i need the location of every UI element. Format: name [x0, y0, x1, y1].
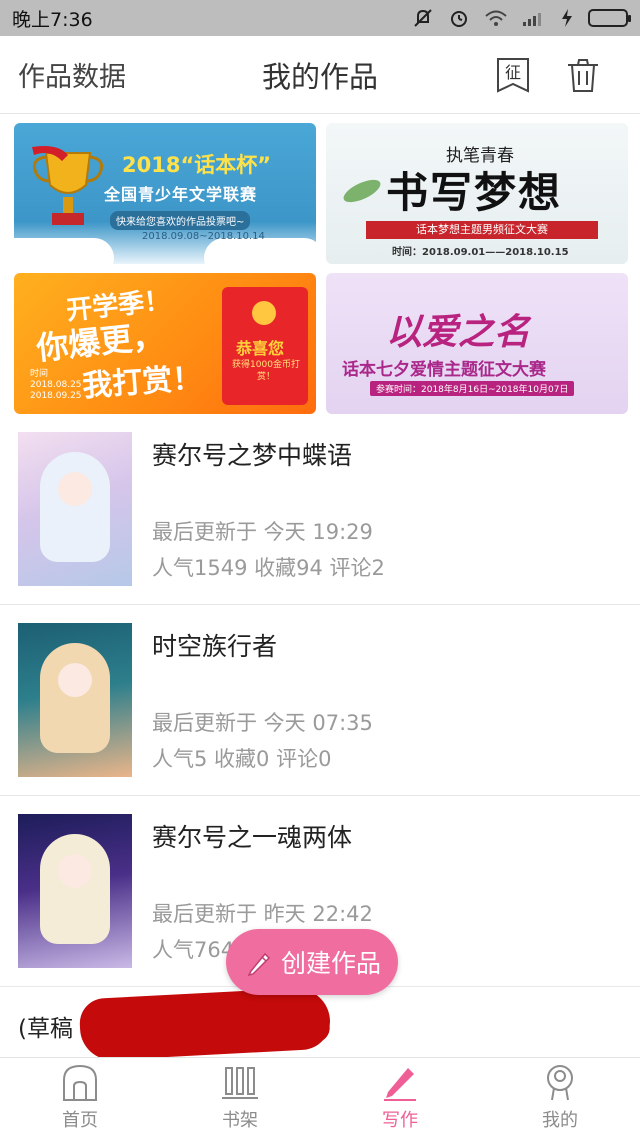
draft-label: (草稿: [18, 1016, 73, 1042]
home-icon: [63, 1064, 97, 1101]
pen-icon: [384, 1068, 416, 1101]
banner-date-start: 2018.08.25: [30, 380, 82, 390]
work-stats: 人气5 收藏0 评论0: [152, 747, 332, 771]
banner-tag: 快来给您喜欢的作品投票吧~: [110, 211, 251, 230]
list-item[interactable]: 时空族行者 最后更新于 今天 07:35 人气5 收藏0 评论0: [0, 605, 640, 796]
works-list: 赛尔号之梦中蝶语 最后更新于 今天 19:29 人气1549 收藏94 评论2 …: [0, 414, 640, 987]
status-icons: [412, 7, 631, 29]
banner-in-the-name-of-love[interactable]: 以爱之名 话本七夕爱情主题征文大赛 参赛时间：2018年8月16日~2018年1…: [326, 273, 628, 414]
work-stats: 人气1549 收藏94 评论2: [152, 556, 385, 580]
banner-subtitle: 全国青少年文学联赛: [104, 185, 258, 204]
banner-back-to-school[interactable]: 开学季！ 你爆更， 我打赏！ 时间 2018.08.25 2018.09.25 …: [14, 273, 316, 414]
banner-dates: 时间 2018.08.25 2018.09.25: [30, 369, 82, 402]
book-cover: [18, 432, 132, 586]
banner-write-dream[interactable]: 执笔青春 书写梦想 话本梦想主题男频征文大赛 时间：2018.09.01——20…: [326, 123, 628, 264]
list-item[interactable]: 赛尔号之梦中蝶语 最后更新于 今天 19:29 人气1549 收藏94 评论2: [0, 414, 640, 605]
charging-icon: [562, 9, 572, 27]
alarm-icon: [451, 11, 467, 27]
app-screen: 晚上7:36 作品数据 我的作品 征 2018“话本杯” 全国青少年文学联赛 快…: [0, 0, 640, 1138]
nav-me[interactable]: 我的: [480, 1058, 640, 1138]
cover-face: [58, 472, 92, 506]
status-time: 晚上7:36: [12, 8, 93, 31]
svg-text:征: 征: [505, 63, 521, 82]
envelope-text: 获得1000金币打赏！: [232, 360, 300, 382]
banner-title: 书写梦想: [386, 168, 563, 217]
leaf-decoration: [340, 175, 384, 207]
banner-dates: 时间：2018.09.01——2018.10.15: [392, 247, 569, 258]
nav-write[interactable]: 写作: [320, 1058, 480, 1138]
banner-dates: 参赛时间：2018年8月16日~2018年10月07日: [370, 381, 575, 396]
cloud-decoration: [14, 238, 114, 264]
trash-icon[interactable]: [564, 56, 602, 94]
battery-icon: [588, 9, 631, 27]
red-envelope: 恭喜您 获得1000金币打赏！: [222, 287, 308, 405]
banner-huaben-cup[interactable]: 2018“话本杯” 全国青少年文学联赛 快来给您喜欢的作品投票吧~ 2018.0…: [14, 123, 316, 264]
nav-home-label: 首页: [62, 1110, 98, 1131]
work-updated: 最后更新于 今天 07:35: [152, 711, 373, 735]
banner-line3: 我打赏！: [81, 360, 204, 405]
work-updated: 最后更新于 昨天 22:42: [152, 902, 373, 926]
status-bar: 晚上7:36: [0, 0, 640, 36]
page-title: 我的作品: [261, 59, 378, 94]
work-stats: 人气764: [152, 938, 235, 962]
banner-time-label: 时间: [30, 369, 49, 379]
nav-bookshelf[interactable]: 书架: [160, 1058, 320, 1138]
book-cover: [18, 814, 132, 968]
mute-icon: [414, 9, 432, 27]
nav-home[interactable]: 首页: [0, 1058, 160, 1138]
contest-seal-icon[interactable]: 征: [494, 56, 532, 94]
work-title: 赛尔号之一魂两体: [152, 823, 353, 852]
banner-ribbon: 话本梦想主题男频征文大赛: [366, 221, 598, 239]
nav-write-label: 写作: [382, 1110, 418, 1131]
cover-face: [58, 854, 92, 888]
profile-icon: [547, 1065, 573, 1101]
cover-figure: [40, 452, 110, 562]
trophy-icon: [32, 146, 104, 225]
banner-date-end: 2018.09.25: [30, 391, 82, 401]
work-updated: 最后更新于 今天 19:29: [152, 520, 373, 544]
banner-title: 以爱之名: [386, 311, 531, 353]
coin-icon: [252, 301, 276, 325]
draft-item[interactable]: (草稿: [0, 986, 640, 1062]
cover-face: [58, 663, 92, 697]
nav-bookshelf-label: 书架: [222, 1110, 258, 1131]
bottom-nav: 首页 书架 写作 我的: [0, 1057, 640, 1138]
top-bar: 作品数据 我的作品 征: [0, 36, 640, 114]
nav-me-label: 我的: [542, 1110, 578, 1131]
banner-dates: 2018.09.08~2018.10.14: [142, 231, 265, 242]
cover-figure: [40, 643, 110, 753]
pencil-icon: [247, 952, 271, 977]
wifi-icon: [485, 10, 507, 26]
create-work-label: 创建作品: [280, 949, 381, 978]
banner-subtitle: 话本七夕爱情主题征文大赛: [342, 360, 546, 380]
envelope-title: 恭喜您: [236, 339, 285, 358]
work-title: 赛尔号之梦中蝶语: [152, 441, 353, 470]
cover-figure: [40, 834, 110, 944]
book-cover: [18, 623, 132, 777]
create-work-button[interactable]: 创建作品: [226, 929, 398, 995]
work-title: 时空族行者: [152, 632, 278, 661]
bookshelf-icon: [222, 1067, 258, 1099]
signal-icon: [523, 13, 541, 26]
banner-headline: 2018“话本杯”: [122, 153, 272, 177]
works-data-link[interactable]: 作品数据: [18, 55, 126, 94]
